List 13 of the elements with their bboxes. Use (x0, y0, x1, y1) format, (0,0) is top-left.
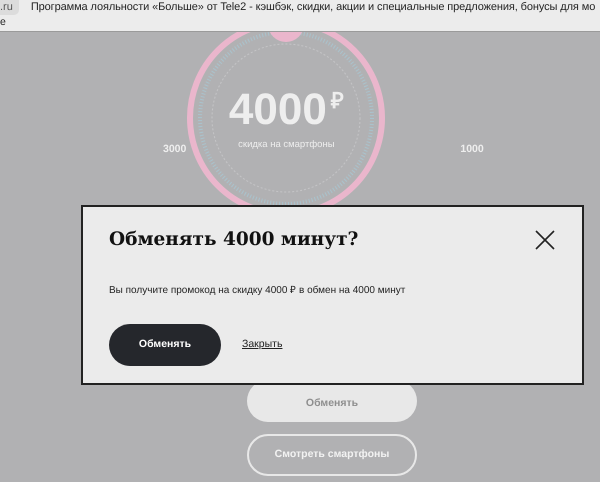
page-text: e (0, 16, 7, 28)
page-title: Программа лояльности «Больше» от Tele2 - кэшбэк, скидки, акции и специальные предложения, бонусы для мо (30, 0, 596, 15)
browser-tab[interactable]: .ru (0, 0, 19, 16)
close-link[interactable]: Закрыть (242, 337, 282, 354)
dialog-message: Вы получите промокод на скидку 4000 ₽ в обмен на 4000 минут (109, 284, 406, 298)
discount-amount: 4000 (228, 88, 327, 132)
scale-label: 1000 (460, 142, 484, 158)
currency-sign: ₽ (330, 90, 344, 112)
scale-label: 3000 (163, 142, 186, 158)
discount-caption: скидка на смартфоны (238, 138, 335, 152)
close-icon[interactable] (534, 229, 556, 252)
dialog-title: Обменять 4000 минут? (109, 229, 358, 252)
confirm-button[interactable]: Обменять (109, 324, 221, 366)
